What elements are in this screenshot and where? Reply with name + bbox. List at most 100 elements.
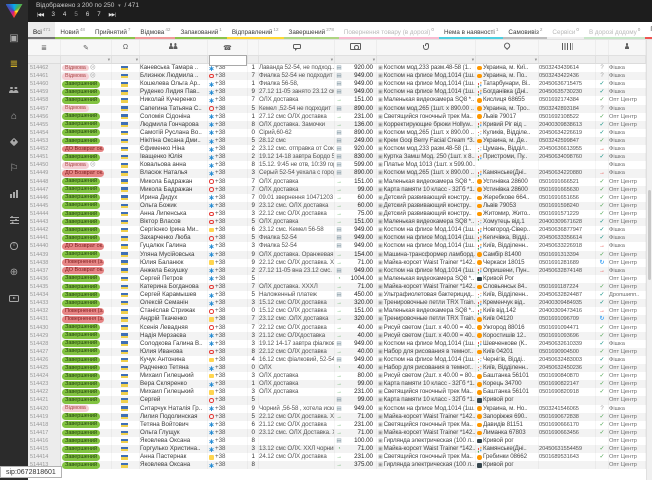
scrollbar-thumb[interactable]	[648, 190, 651, 280]
order-comment[interactable]: ОЛХ доставка	[259, 372, 335, 380]
customer-name[interactable]: Людмила Гончарова	[140, 121, 208, 129]
status-cell[interactable]: Завершений	[61, 202, 112, 210]
tracking-number[interactable]: 0501692174384	[539, 96, 596, 104]
delivery-cell[interactable]: Опришени, Пун..	[476, 267, 539, 275]
order-row[interactable]: 514415 Завершений Горгулько Христина.. ∗…	[28, 445, 646, 453]
order-comment[interactable]: ОЛХ доставка. ХХХЛ	[259, 283, 335, 291]
phone-cell[interactable]: ∗+38	[208, 437, 248, 445]
tracking-number[interactable]: 20450634226619	[539, 129, 596, 137]
product-cell[interactable]: ▣Костюм мод.233 разм.48-58 (1..	[377, 64, 476, 72]
order-row[interactable]: 514418 Завершений Тетяна Войтович ∗+38 6…	[28, 421, 646, 429]
order-comment[interactable]: 09.01 звернення 10471203 04..	[259, 194, 335, 202]
tracking-number[interactable]: 0501691651656	[539, 194, 596, 202]
order-row[interactable]: 514460 Завершений Кошелева Ольга Ар.. ∗+…	[28, 80, 646, 88]
customer-name[interactable]: Тетяна Войтович	[140, 421, 208, 429]
customer-name[interactable]: Микола Бадражан	[140, 178, 208, 186]
status-cell[interactable]: Завершений	[61, 283, 112, 291]
product-cell[interactable]: ▣Маленькая видеокамера SQ8 *..	[377, 178, 476, 186]
column-header-customer[interactable]	[140, 40, 208, 55]
order-comment[interactable]: Фиалка 52-54	[259, 234, 335, 242]
customer-name[interactable]: Кошелева Ольга Ар..	[140, 80, 208, 88]
status-cell[interactable]: Завершений	[61, 218, 112, 226]
order-row[interactable]: 514435 Завершений Катерина Богданова +38…	[28, 283, 646, 291]
customer-name[interactable]: Ковальова анна	[140, 161, 208, 169]
product-cell[interactable]: ▣Детский развивающий констру..	[377, 202, 476, 210]
order-row[interactable]: 514420 Відмова Ситарчук Наталія Гр.. ∗+3…	[28, 405, 646, 413]
product-cell[interactable]: ▣Майка-корсет Waist Trainer *142..	[377, 445, 476, 453]
status-cell[interactable]: Завершений	[61, 413, 112, 421]
product-cell[interactable]: ▣Светящийся гоночный трек Ma..	[377, 388, 476, 396]
tracking-number[interactable]: 20450634098760	[539, 153, 596, 161]
delivery-cell[interactable]: Київ, Відділенн..	[476, 242, 539, 250]
sidebar-item-warehouse[interactable]: ⌂	[0, 103, 28, 129]
delivery-cell[interactable]: Кривой рог	[476, 461, 539, 469]
column-filter-operator[interactable]: ▾	[112, 56, 140, 63]
tracking-number[interactable]: 0501692108522	[539, 113, 596, 121]
phone-cell[interactable]: +38	[208, 178, 248, 186]
order-row[interactable]: 514449 ДО Возврат ок.. Власюк Наталья ∗+…	[28, 169, 646, 177]
tracking-number[interactable]: 20450633226918	[539, 242, 596, 250]
order-comment[interactable]: 22.12 смс ОЛХ доставка	[259, 210, 335, 218]
customer-name[interactable]: Самотій Руслана Во..	[140, 129, 208, 137]
tracking-number[interactable]: 20450633356614	[539, 234, 596, 242]
order-comment[interactable]: 21.12 смс ОЛХдоставка	[259, 332, 335, 340]
order-row[interactable]: 514445 Завершений Ольга Божик ∗+38 9 23.…	[28, 202, 646, 210]
order-comment[interactable]	[259, 461, 335, 469]
phone-cell[interactable]: ∗+38	[208, 202, 248, 210]
delivery-cell[interactable]: Черкаси 18015	[476, 259, 539, 267]
delivery-cell[interactable]: Чернігів, Відді..	[476, 356, 539, 364]
status-cell[interactable]: Завершений	[61, 445, 112, 453]
tracking-number[interactable]: 0501690904500	[539, 348, 596, 356]
product-cell[interactable]: ▣Платье Мод 1013 (1шт. х 599.00..	[377, 161, 476, 169]
delivery-cell[interactable]: Київ від.142	[476, 307, 539, 315]
product-cell[interactable]: ▣Светящийся гоночный трек Ma..	[377, 421, 476, 429]
order-comment[interactable]: Фиалка 52-54 не подходит	[259, 72, 335, 80]
order-comment[interactable]: ОЛХ доставка	[259, 218, 335, 226]
delivery-cell[interactable]: Жеребкове 664..	[476, 194, 539, 202]
sidebar-item-integrations[interactable]: ⊕	[0, 259, 28, 285]
delivery-cell[interactable]: Новгород-Сівер..	[476, 226, 539, 234]
tracking-number[interactable]: 20450634220880	[539, 169, 596, 177]
status-cell[interactable]: Завершений	[61, 324, 112, 332]
tracking-number[interactable]: 0501690663456	[539, 429, 596, 437]
order-row[interactable]: 514443 Завершений Віктор Власов +38 5 ОЛ…	[28, 218, 646, 226]
tab-Повернений[interactable]: Повернений	[645, 22, 652, 39]
status-cell[interactable]: Завершений	[61, 437, 112, 445]
customer-name[interactable]: Віктор Власов	[140, 218, 208, 226]
filter-dropdown-icon[interactable]: ▾	[373, 56, 375, 64]
order-comment[interactable]: 15.12 смс ОЛХ доставка	[259, 307, 335, 315]
delivery-cell[interactable]: Шевченкове (К..	[476, 340, 539, 348]
sidebar-item-customers[interactable]	[0, 77, 28, 103]
status-cell[interactable]: Завершений	[61, 396, 112, 404]
product-cell[interactable]: ▣Карта памяти 10 класс - 32Гб *1..	[377, 186, 476, 194]
delivery-cell[interactable]: Кривой рог	[476, 437, 539, 445]
customer-name[interactable]: Вера Скляренко	[140, 380, 208, 388]
order-comment[interactable]: 19.12 14-17 завтра фіалковий,..	[259, 340, 335, 348]
customer-name[interactable]: Уляна Мусійовська	[140, 251, 208, 259]
sidebar-item-info[interactable]	[0, 233, 28, 259]
order-comment[interactable]: 27.12 11-05 вна 23.12 смс. 19..	[259, 267, 335, 275]
order-row[interactable]: 514462 Відмова☹ Каневська Тамара .. ∗+38…	[28, 64, 646, 72]
phone-cell[interactable]: ∗+38	[208, 445, 248, 453]
delivery-cell[interactable]: Кривий Ріг від ..	[476, 121, 539, 129]
order-row[interactable]: 514428 Завершений Солодкова Галина В.. ∗…	[28, 340, 646, 348]
customer-name[interactable]: Михаил Гилецький	[140, 388, 208, 396]
product-cell[interactable]: ▣Костюм на флисе Мод.1014 (1ш..	[377, 226, 476, 234]
phone-cell[interactable]: +38	[208, 218, 248, 226]
customer-name[interactable]: Станіслав Стрижак	[140, 307, 208, 315]
tracking-number[interactable]: 0501691665630	[539, 186, 596, 194]
column-header-track-status[interactable]	[596, 40, 609, 55]
order-row[interactable]: 514425 Завершений Радченко Тетяна ∗+38 0…	[28, 364, 646, 372]
tracking-number[interactable]: 20400309473416	[539, 307, 596, 315]
product-cell[interactable]: ▣Маленькая видеокамера SQ8 *..	[377, 275, 476, 283]
product-cell[interactable]: ▣Рисуй светом (1шт. х 40.00 = 40..	[377, 332, 476, 340]
phone-cell[interactable]: ∗+38	[208, 96, 248, 104]
page-link-7[interactable]: 7	[97, 11, 100, 18]
tracking-number[interactable]	[539, 396, 596, 404]
order-comment[interactable]: Сірий,60-62	[259, 129, 335, 137]
delivery-cell[interactable]: Устинівка 28600	[476, 186, 539, 194]
column-header-product[interactable]	[377, 40, 476, 55]
order-comment[interactable]: Фиалка 52-54	[259, 242, 335, 250]
tab-Відправлений[interactable]: Відправлений12	[227, 22, 284, 39]
customer-name[interactable]: Микола Бадражан	[140, 186, 208, 194]
